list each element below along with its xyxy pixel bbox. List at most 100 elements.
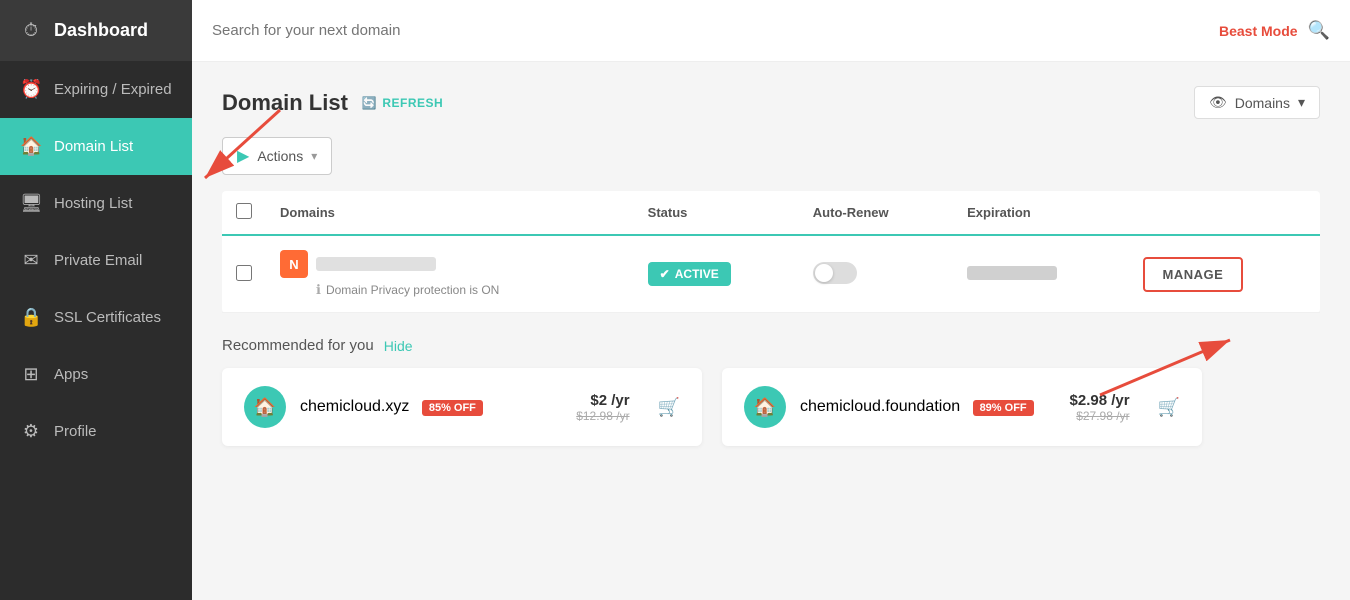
- actions-bar: ▶ Actions ▾: [222, 137, 1320, 175]
- domain-logo: N: [280, 250, 308, 278]
- actions-chevron-icon: ▾: [311, 149, 317, 163]
- table-row: N ℹ Domain Privacy protection is ON ✔: [222, 235, 1320, 313]
- status-badge: ✔ ACTIVE: [648, 262, 731, 286]
- autorenew-toggle[interactable]: [813, 262, 857, 284]
- add-to-cart-icon-2[interactable]: 🛒: [1158, 397, 1180, 418]
- search-input[interactable]: [212, 22, 1219, 39]
- chevron-down-icon: ▾: [1298, 94, 1305, 111]
- actions-button[interactable]: ▶ Actions ▾: [222, 137, 332, 175]
- sidebar-item-profile[interactable]: ⚙ Profile: [0, 403, 192, 460]
- beast-mode-label[interactable]: Beast Mode: [1219, 23, 1298, 39]
- rec-discount-2: 89% OFF: [973, 400, 1034, 416]
- rec-info-1: chemicloud.xyz 85% OFF: [300, 398, 562, 416]
- sidebar-profile-label: Profile: [54, 423, 97, 440]
- th-expiration: Expiration: [953, 191, 1128, 235]
- apps-icon: ⊞: [20, 364, 42, 385]
- recommended-section: Recommended for you Hide 🏠 chemicloud.xy…: [222, 337, 1320, 446]
- rec-discount-1: 85% OFF: [422, 400, 483, 416]
- row-checkbox-cell: [222, 235, 266, 313]
- domain-name-cell: N ℹ Domain Privacy protection is ON: [266, 235, 634, 313]
- rec-domain-row-2: chemicloud.foundation 89% OFF: [800, 398, 1056, 416]
- page-title: Domain List: [222, 90, 348, 116]
- sidebar-dashboard-label: Dashboard: [54, 20, 148, 41]
- hide-link[interactable]: Hide: [384, 338, 413, 354]
- rec-price-1: $2 /yr: [576, 392, 629, 409]
- rec-card-2: 🏠 chemicloud.foundation 89% OFF $2.98 /y…: [722, 368, 1202, 446]
- rec-info-2: chemicloud.foundation 89% OFF: [800, 398, 1056, 416]
- info-icon: ℹ: [316, 282, 321, 298]
- sidebar-ssl-label: SSL Certificates: [54, 309, 161, 326]
- add-to-cart-icon-1[interactable]: 🛒: [658, 397, 680, 418]
- rec-domain-2: chemicloud.foundation: [800, 398, 960, 415]
- rec-card-1: 🏠 chemicloud.xyz 85% OFF $2 /yr $12.98 /…: [222, 368, 702, 446]
- sidebar-item-dashboard[interactable]: ⏱ Dashboard: [0, 0, 192, 61]
- status-cell: ✔ ACTIVE: [634, 235, 799, 313]
- expiration-cell: [953, 235, 1128, 313]
- sidebar-item-ssl[interactable]: 🔒 SSL Certificates: [0, 289, 192, 346]
- domain-privacy: ℹ Domain Privacy protection is ON: [316, 282, 620, 298]
- domains-dropdown[interactable]: 👁 Domains ▾: [1194, 86, 1320, 119]
- th-autorenew: Auto-Renew: [799, 191, 953, 235]
- refresh-icon: 🔄: [362, 96, 377, 110]
- ssl-icon: 🔒: [20, 307, 42, 328]
- rec-logo-2: 🏠: [744, 386, 786, 428]
- rec-price-2: $2.98 /yr: [1070, 392, 1130, 409]
- domains-dropdown-label: Domains: [1235, 95, 1290, 111]
- manage-cell: MANAGE: [1129, 235, 1320, 313]
- sidebar-item-hosting-list[interactable]: 🖥 Hosting List: [0, 175, 192, 232]
- sidebar-item-expiring[interactable]: ⏰ Expiring / Expired: [0, 61, 192, 118]
- th-status: Status: [634, 191, 799, 235]
- manage-button[interactable]: MANAGE: [1143, 257, 1244, 292]
- email-icon: ✉: [20, 250, 42, 271]
- search-bar: Beast Mode 🔍: [192, 0, 1350, 62]
- refresh-label: REFRESH: [382, 96, 443, 110]
- content-area: Domain List 🔄 REFRESH 👁 Domains ▾ ▶ Acti…: [192, 62, 1350, 470]
- select-all-checkbox[interactable]: [236, 203, 252, 219]
- sidebar-domain-list-label: Domain List: [54, 138, 133, 155]
- section-header: Domain List 🔄 REFRESH 👁 Domains ▾: [222, 86, 1320, 119]
- domain-table: Domains Status Auto-Renew Expiration: [222, 191, 1320, 313]
- th-domains: Domains: [266, 191, 634, 235]
- rec-original-1: $12.98 /yr: [576, 409, 629, 423]
- sidebar-apps-label: Apps: [54, 366, 88, 383]
- main-content: Beast Mode 🔍 Domain List 🔄 REFRESH 👁 Dom…: [192, 0, 1350, 600]
- expiring-icon: ⏰: [20, 79, 42, 100]
- th-actions: [1129, 191, 1320, 235]
- recommended-title: Recommended for you Hide: [222, 337, 1320, 354]
- rec-price-col-1: $2 /yr $12.98 /yr: [576, 392, 629, 423]
- dashboard-icon: ⏱: [20, 20, 42, 41]
- status-label: ACTIVE: [675, 267, 719, 281]
- sidebar-item-domain-list[interactable]: 🏠 Domain List: [0, 118, 192, 175]
- sidebar-hosting-label: Hosting List: [54, 195, 132, 212]
- rec-domain-1: chemicloud.xyz: [300, 398, 409, 415]
- section-title-group: Domain List 🔄 REFRESH: [222, 90, 443, 116]
- autorenew-cell: [799, 235, 953, 313]
- recommended-cards: 🏠 chemicloud.xyz 85% OFF $2 /yr $12.98 /…: [222, 368, 1320, 446]
- sidebar-email-label: Private Email: [54, 252, 142, 269]
- expiration-value: [967, 266, 1057, 280]
- th-checkbox: [222, 191, 266, 235]
- search-icon[interactable]: 🔍: [1308, 20, 1330, 41]
- sidebar-expiring-label: Expiring / Expired: [54, 81, 172, 98]
- recommended-label: Recommended for you: [222, 337, 374, 354]
- domain-list-icon: 🏠: [20, 136, 42, 157]
- refresh-button[interactable]: 🔄 REFRESH: [362, 96, 443, 110]
- check-icon: ✔: [660, 267, 670, 281]
- hosting-icon: 🖥: [20, 193, 42, 214]
- profile-icon: ⚙: [20, 421, 42, 442]
- rec-logo-1: 🏠: [244, 386, 286, 428]
- play-icon: ▶: [237, 146, 249, 166]
- rec-domain-row-1: chemicloud.xyz 85% OFF: [300, 398, 562, 416]
- rec-original-2: $27.98 /yr: [1070, 409, 1130, 423]
- sidebar-item-apps[interactable]: ⊞ Apps: [0, 346, 192, 403]
- rec-price-col-2: $2.98 /yr $27.98 /yr: [1070, 392, 1130, 423]
- table-header-row: Domains Status Auto-Renew Expiration: [222, 191, 1320, 235]
- sidebar-item-private-email[interactable]: ✉ Private Email: [0, 232, 192, 289]
- manage-wrapper: MANAGE: [1143, 257, 1306, 292]
- row-checkbox[interactable]: [236, 265, 252, 281]
- sidebar: ⏱ Dashboard ⏰ Expiring / Expired 🏠 Domai…: [0, 0, 192, 600]
- domain-name-text: [316, 257, 436, 271]
- domain-name-container: N ℹ Domain Privacy protection is ON: [280, 250, 620, 298]
- eye-icon: 👁: [1209, 94, 1227, 111]
- domain-row: N: [280, 250, 620, 278]
